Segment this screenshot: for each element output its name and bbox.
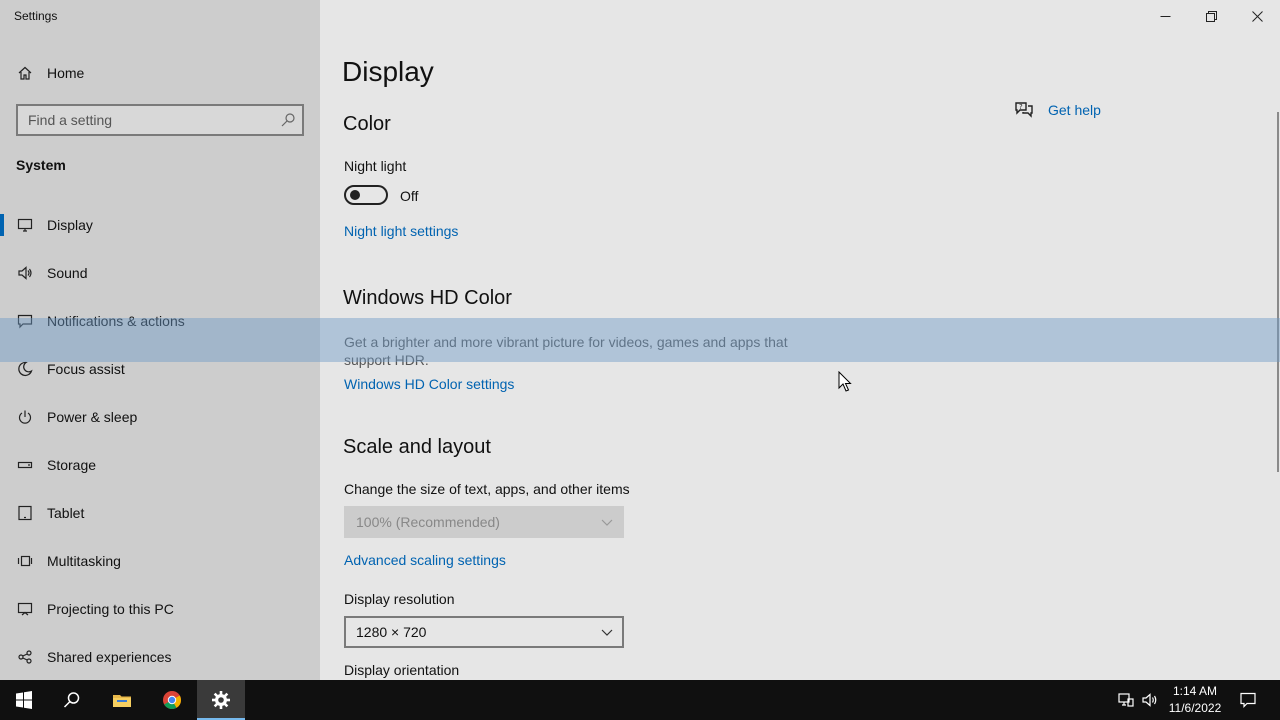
night-light-state: Off (400, 188, 419, 204)
restore-icon (1205, 10, 1217, 22)
file-explorer-button[interactable] (98, 680, 146, 720)
action-center-icon[interactable] (1238, 690, 1258, 710)
sidebar-item-projecting[interactable]: Projecting to this PC (0, 585, 320, 633)
search-icon[interactable] (280, 112, 296, 128)
toggle-knob (350, 190, 360, 200)
color-heading: Color (343, 113, 391, 135)
storage-icon (16, 456, 34, 474)
chrome-button[interactable] (148, 680, 196, 720)
help-chat-icon: ? (1014, 100, 1034, 120)
sidebar: Settings Home System Display Sound (0, 0, 320, 680)
sidebar-item-display[interactable]: Display (0, 201, 320, 249)
sidebar-item-label: Focus assist (47, 361, 125, 377)
multitasking-icon (16, 552, 34, 570)
sidebar-item-label: Tablet (47, 505, 85, 521)
minimize-icon (1160, 15, 1170, 17)
close-icon (1251, 10, 1263, 22)
svg-text:?: ? (1019, 103, 1023, 111)
start-icon (16, 691, 32, 709)
scale-dropdown-value: 100% (Recommended) (356, 514, 500, 530)
tablet-icon (16, 504, 34, 522)
main-content: Display ? Get help Color Night light Off… (320, 0, 1280, 680)
file-explorer-icon (113, 695, 131, 707)
hd-color-settings-link[interactable]: Windows HD Color settings (344, 376, 514, 392)
get-help-label[interactable]: Get help (1048, 102, 1101, 118)
taskbar: 1:14 AM 11/6/2022 (0, 680, 1280, 720)
start-button[interactable] (0, 680, 48, 720)
size-label: Change the size of text, apps, and other… (344, 481, 630, 497)
home-nav-item[interactable]: Home (0, 56, 320, 90)
sidebar-item-notifications[interactable]: Notifications & actions (0, 297, 320, 345)
mouse-cursor-icon (838, 371, 852, 392)
home-label: Home (47, 65, 85, 81)
night-light-label: Night light (344, 158, 407, 174)
app-title: Settings (14, 9, 58, 23)
sidebar-item-shared-experiences[interactable]: Shared experiences (0, 633, 320, 681)
sidebar-item-sound[interactable]: Sound (0, 249, 320, 297)
section-title: System (16, 157, 66, 173)
hd-color-heading: Windows HD Color (343, 287, 512, 309)
settings-icon (212, 691, 230, 709)
page-title: Display (342, 56, 434, 87)
sidebar-item-label: Sound (47, 265, 88, 281)
scale-dropdown[interactable]: 100% (Recommended) (344, 506, 624, 538)
scale-layout-heading: Scale and layout (343, 436, 491, 458)
chevron-down-icon (601, 629, 613, 636)
clock-time: 1:14 AM (1172, 684, 1218, 698)
projecting-icon (16, 600, 34, 618)
night-light-toggle[interactable] (344, 185, 388, 205)
settings-taskbar-button[interactable] (197, 680, 245, 720)
sidebar-item-label: Notifications & actions (47, 313, 185, 329)
resolution-dropdown[interactable]: 1280 × 720 (344, 616, 624, 648)
sidebar-item-label: Shared experiences (47, 649, 172, 665)
sidebar-item-multitasking[interactable]: Multitasking (0, 537, 320, 585)
power-icon (16, 408, 34, 426)
shared-icon (16, 648, 34, 666)
message-icon (16, 312, 34, 330)
search-box[interactable] (16, 104, 304, 136)
sidebar-item-storage[interactable]: Storage (0, 441, 320, 489)
close-button[interactable] (1234, 0, 1280, 32)
nav-list: Display Sound Notifications & actions Fo… (0, 201, 320, 681)
orientation-label: Display orientation (344, 662, 460, 678)
restore-button[interactable] (1188, 0, 1234, 32)
chevron-down-icon (601, 519, 613, 526)
hd-color-description: Get a brighter and more vibrant picture … (344, 334, 788, 368)
speaker-icon (16, 264, 34, 282)
taskbar-clock[interactable]: 1:14 AM 11/6/2022 (1160, 683, 1230, 717)
monitor-icon (16, 216, 34, 234)
sidebar-item-tablet[interactable]: Tablet (0, 489, 320, 537)
clock-date: 11/6/2022 (1168, 701, 1222, 715)
minimize-button[interactable] (1142, 0, 1188, 32)
sidebar-item-label: Power & sleep (47, 409, 138, 425)
search-icon (63, 692, 80, 708)
sidebar-item-focus-assist[interactable]: Focus assist (0, 345, 320, 393)
advanced-scaling-link[interactable]: Advanced scaling settings (344, 552, 506, 568)
window-controls (1142, 0, 1280, 32)
sidebar-item-label: Storage (47, 457, 97, 473)
night-light-settings-link[interactable]: Night light settings (344, 223, 458, 239)
scrollbar[interactable] (1277, 112, 1279, 472)
get-help-link[interactable]: ? Get help (1014, 100, 1101, 120)
chrome-icon (163, 691, 181, 710)
resolution-dropdown-value: 1280 × 720 (356, 624, 427, 640)
network-icon[interactable] (1116, 690, 1136, 710)
sidebar-item-label: Multitasking (47, 553, 121, 569)
search-input[interactable] (18, 106, 268, 134)
taskbar-search-button[interactable] (48, 680, 96, 720)
sidebar-item-label: Display (47, 217, 93, 233)
moon-icon (16, 360, 34, 378)
home-icon (16, 64, 34, 82)
resolution-label: Display resolution (344, 591, 455, 607)
volume-icon[interactable] (1140, 690, 1160, 710)
sidebar-item-label: Projecting to this PC (47, 601, 174, 617)
sidebar-item-power-sleep[interactable]: Power & sleep (0, 393, 320, 441)
